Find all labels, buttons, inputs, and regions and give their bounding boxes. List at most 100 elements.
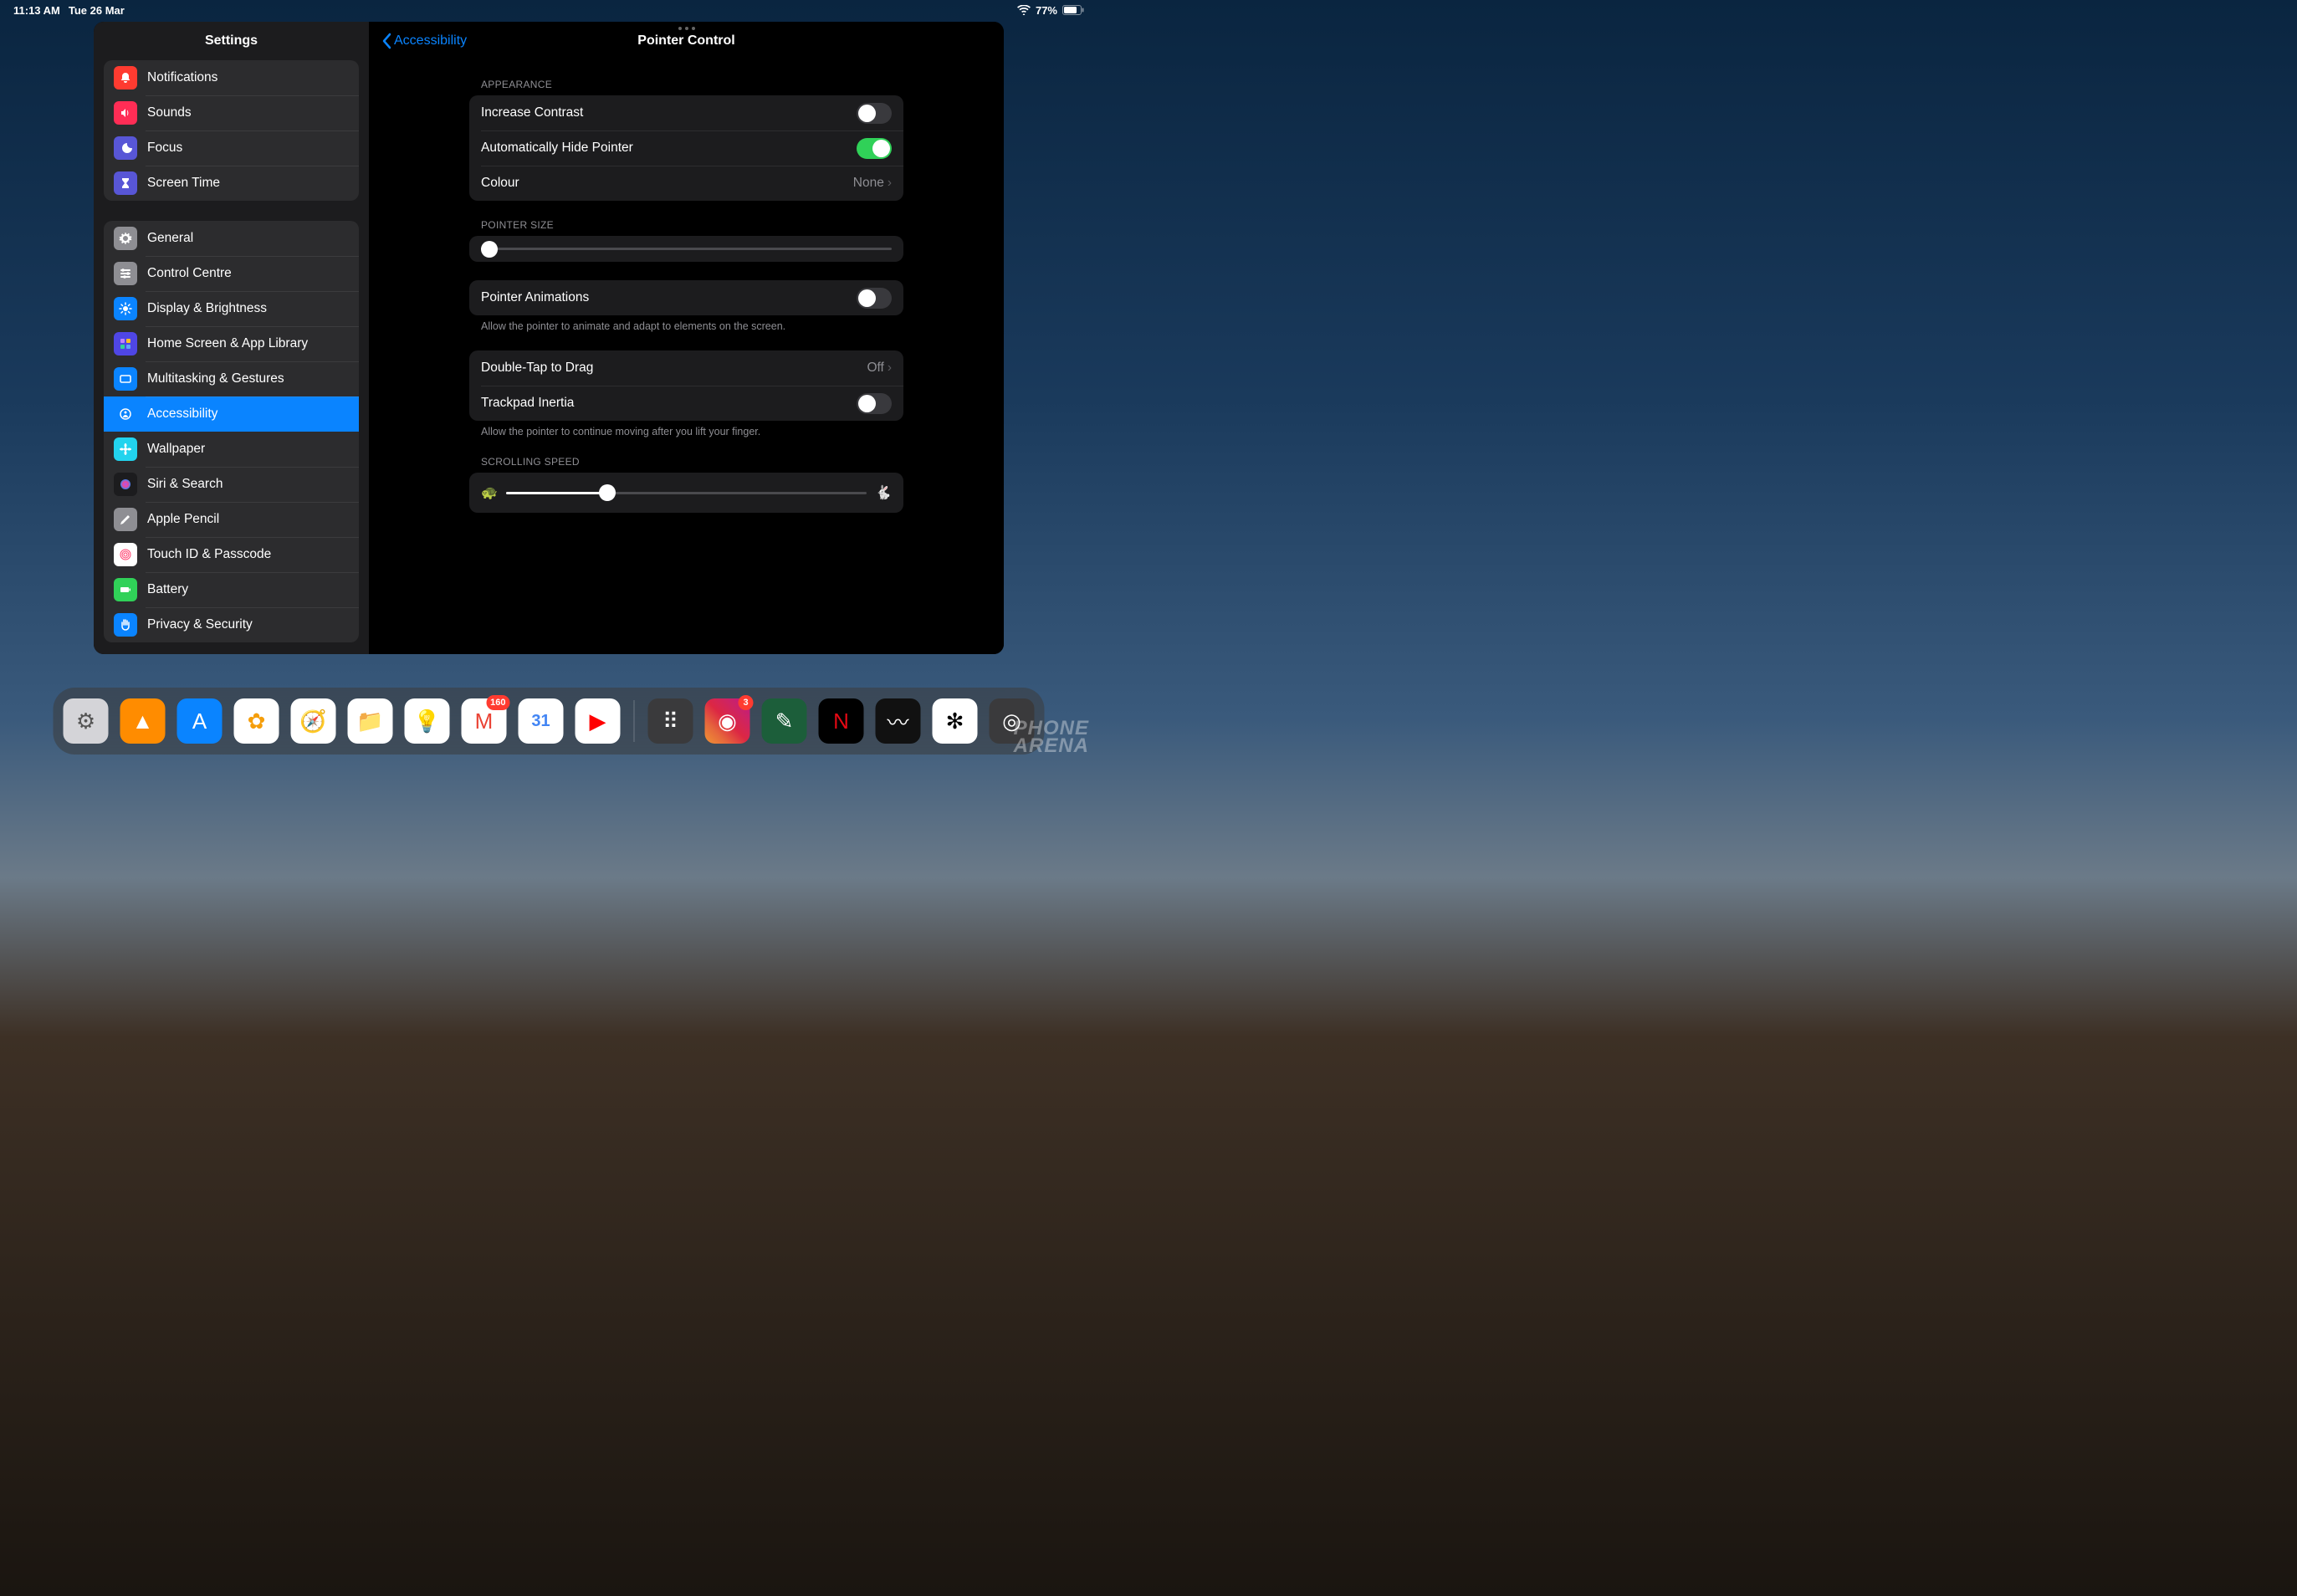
sidebar-item-multitasking-gestures[interactable]: Multitasking & Gestures xyxy=(104,361,359,396)
toggle-increase-contrast[interactable] xyxy=(857,103,892,124)
rect-icon xyxy=(114,367,137,391)
dock-app-folder[interactable]: ⠿ xyxy=(648,698,693,744)
back-label: Accessibility xyxy=(394,33,467,49)
row-colour[interactable]: Colour None › xyxy=(469,166,903,201)
sidebar-item-apple-pencil[interactable]: Apple Pencil xyxy=(104,502,359,537)
page-title: Pointer Control xyxy=(637,33,734,49)
badge: 160 xyxy=(486,695,509,710)
sidebar-item-label: Wallpaper xyxy=(147,442,205,457)
sidebar-item-label: Multitasking & Gestures xyxy=(147,371,284,386)
sidebar-item-siri-search[interactable]: Siri & Search xyxy=(104,467,359,502)
sidebar-item-label: Display & Brightness xyxy=(147,301,267,316)
sidebar-item-label: Home Screen & App Library xyxy=(147,336,308,351)
sidebar-item-label: Privacy & Security xyxy=(147,617,253,632)
dock-app-freeform[interactable]: ✎ xyxy=(762,698,807,744)
sidebar-item-notifications[interactable]: Notifications xyxy=(104,60,359,95)
toggle-pointer-animations[interactable] xyxy=(857,288,892,309)
battery-icon xyxy=(1062,5,1084,15)
dock-app-photos[interactable]: ✿ xyxy=(234,698,279,744)
colour-label: Colour xyxy=(481,176,519,191)
auto-hide-label: Automatically Hide Pointer xyxy=(481,141,633,156)
dock-app-calendar[interactable]: 31 xyxy=(519,698,564,744)
dock-app-instagram[interactable]: ◉3 xyxy=(705,698,750,744)
sidebar-item-label: Screen Time xyxy=(147,176,220,191)
sidebar-item-touch-id-passcode[interactable]: Touch ID & Passcode xyxy=(104,537,359,572)
battery-percent: 77% xyxy=(1036,4,1057,17)
sidebar-item-wallpaper[interactable]: Wallpaper xyxy=(104,432,359,467)
person-icon xyxy=(114,402,137,426)
pencil-icon xyxy=(114,508,137,531)
hare-icon: 🐇 xyxy=(875,484,892,501)
status-time: 11:13 AM xyxy=(13,4,60,17)
hourglass-icon xyxy=(114,171,137,195)
watermark: PHONEARENA xyxy=(1014,720,1089,755)
hand-icon xyxy=(114,613,137,637)
chevron-right-icon: › xyxy=(888,361,892,376)
sidebar-item-label: Apple Pencil xyxy=(147,512,219,527)
dock-separator xyxy=(634,700,635,742)
dock-app-netflix[interactable]: N xyxy=(819,698,864,744)
sidebar-item-accessibility[interactable]: Accessibility xyxy=(104,396,359,432)
sidebar-item-general[interactable]: General xyxy=(104,221,359,256)
sidebar-item-focus[interactable]: Focus xyxy=(104,130,359,166)
sun-icon xyxy=(114,297,137,320)
sliders-icon xyxy=(114,262,137,285)
toggle-auto-hide[interactable] xyxy=(857,138,892,159)
pointer-animations-footer: Allow the pointer to animate and adapt t… xyxy=(481,320,903,332)
sidebar-item-label: General xyxy=(147,231,193,246)
dock-app-gmail[interactable]: M160 xyxy=(462,698,507,744)
row-double-tap[interactable]: Double-Tap to Drag Off› xyxy=(469,350,903,386)
tortoise-icon: 🐢 xyxy=(481,484,498,501)
sidebar-item-label: Focus xyxy=(147,141,182,156)
row-auto-hide: Automatically Hide Pointer xyxy=(469,130,903,166)
grid-icon xyxy=(114,332,137,356)
row-trackpad-inertia: Trackpad Inertia xyxy=(469,386,903,421)
slider-pointer-size[interactable] xyxy=(469,236,903,262)
sidebar-item-label: Notifications xyxy=(147,70,217,85)
pointer-animations-label: Pointer Animations xyxy=(481,290,589,305)
sidebar-item-battery[interactable]: Battery xyxy=(104,572,359,607)
batt-icon xyxy=(114,578,137,601)
dock-app-vlc[interactable]: ▲ xyxy=(120,698,166,744)
sidebar-item-label: Sounds xyxy=(147,105,192,120)
sidebar-item-screen-time[interactable]: Screen Time xyxy=(104,166,359,201)
slider-scrolling-speed[interactable]: 🐢 🐇 xyxy=(469,473,903,513)
dock-app-files[interactable]: 📁 xyxy=(348,698,393,744)
dock-app-keep[interactable]: 💡 xyxy=(405,698,450,744)
sidebar: Settings NotificationsSoundsFocusScreen … xyxy=(94,22,369,654)
section-appearance-label: APPEARANCE xyxy=(481,79,903,90)
sidebar-item-label: Control Centre xyxy=(147,266,232,281)
siri-icon xyxy=(114,473,137,496)
wifi-icon xyxy=(1017,5,1031,15)
back-button[interactable]: Accessibility xyxy=(381,33,467,49)
dock-app-settings[interactable]: ⚙︎ xyxy=(64,698,109,744)
dock-app-procreate[interactable]: 〰 xyxy=(876,698,921,744)
settings-window: Settings NotificationsSoundsFocusScreen … xyxy=(94,22,1004,654)
bell-icon xyxy=(114,66,137,90)
moon-icon xyxy=(114,136,137,160)
trackpad-inertia-label: Trackpad Inertia xyxy=(481,396,574,411)
dock-app-chatgpt[interactable]: ✻ xyxy=(933,698,978,744)
sidebar-item-sounds[interactable]: Sounds xyxy=(104,95,359,130)
colour-value: None xyxy=(853,176,884,191)
section-scrolling-label: SCROLLING SPEED xyxy=(481,456,903,468)
section-pointer-size-label: POINTER SIZE xyxy=(481,219,903,231)
dock-app-appstore[interactable]: A xyxy=(177,698,223,744)
sidebar-item-display-brightness[interactable]: Display & Brightness xyxy=(104,291,359,326)
sidebar-item-control-centre[interactable]: Control Centre xyxy=(104,256,359,291)
sidebar-item-privacy-security[interactable]: Privacy & Security xyxy=(104,607,359,642)
chevron-right-icon: › xyxy=(888,176,892,191)
detail-pane: Accessibility Pointer Control APPEARANCE… xyxy=(369,22,1004,654)
dock-app-youtube[interactable]: ▶ xyxy=(576,698,621,744)
toggle-trackpad-inertia[interactable] xyxy=(857,393,892,414)
speaker-icon xyxy=(114,101,137,125)
chevron-left-icon xyxy=(381,33,392,49)
status-bar: 11:13 AM Tue 26 Mar 77% xyxy=(0,0,1097,20)
trackpad-footer: Allow the pointer to continue moving aft… xyxy=(481,426,903,437)
sidebar-item-label: Siri & Search xyxy=(147,477,223,492)
dock-app-safari[interactable]: 🧭 xyxy=(291,698,336,744)
sidebar-item-label: Accessibility xyxy=(147,407,217,422)
increase-contrast-label: Increase Contrast xyxy=(481,105,583,120)
sidebar-item-home-screen-app-library[interactable]: Home Screen & App Library xyxy=(104,326,359,361)
sidebar-item-label: Battery xyxy=(147,582,188,597)
